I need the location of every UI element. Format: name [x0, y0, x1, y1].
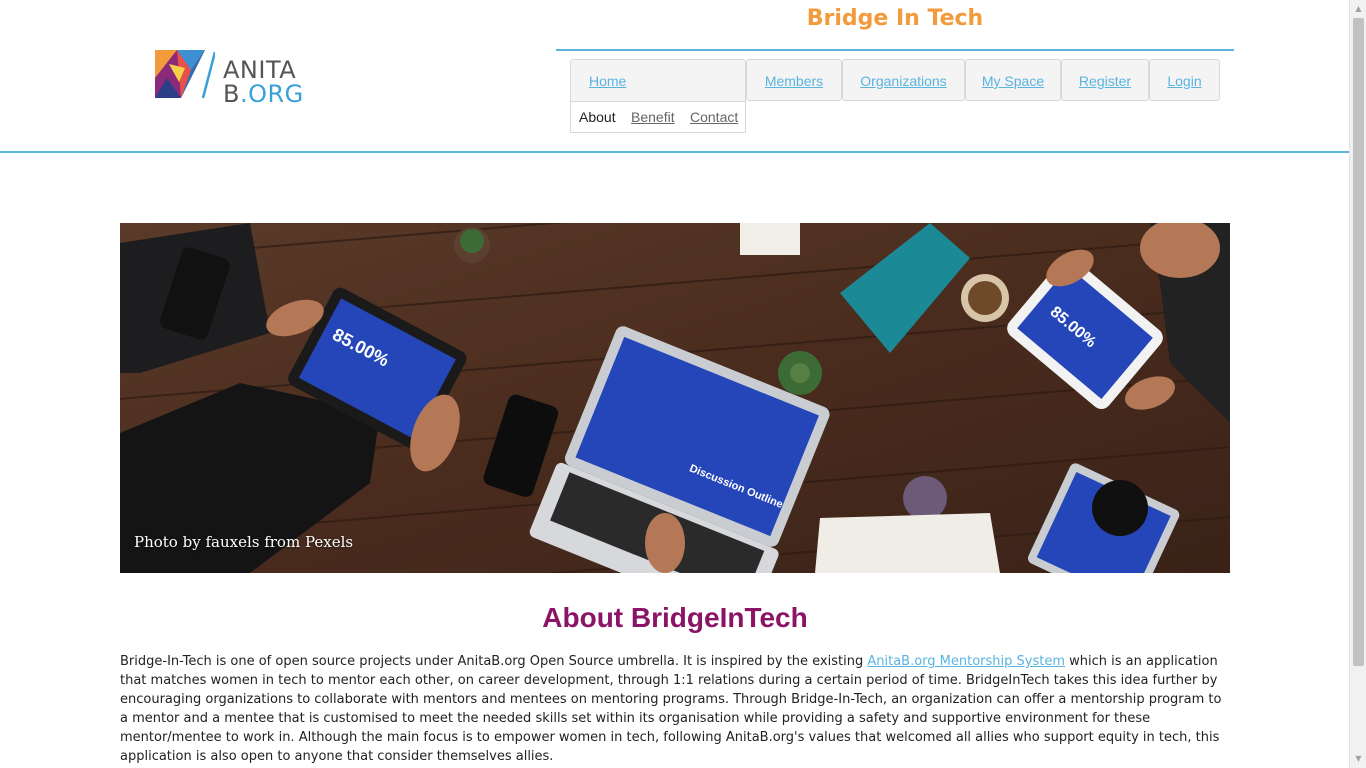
mentorship-system-link[interactable]: AnitaB.org Mentorship System — [867, 654, 1065, 669]
home-subnav: About Benefit Contact — [570, 101, 746, 133]
photo-credit: Photo by fauxels from Pexels — [134, 533, 354, 551]
anitab-logo-icon — [155, 50, 217, 99]
nav-login-link[interactable]: Login — [1149, 59, 1220, 101]
about-text-intro: Bridge-In-Tech is one of open source pro… — [120, 654, 868, 669]
scroll-down-arrow-icon[interactable]: ▼ — [1353, 753, 1364, 765]
about-text-body: which is an application that matches wom… — [120, 654, 1222, 764]
nav-home-link[interactable]: Home — [570, 59, 746, 101]
subnav-about[interactable]: About — [579, 102, 616, 133]
page-header: ANITA B.ORG Bridge In Tech Home Members … — [0, 0, 1349, 153]
subnav-benefit-link[interactable]: Benefit — [631, 102, 675, 133]
site-title: Bridge In Tech — [806, 6, 984, 31]
logo-text-borg: B.ORG — [223, 80, 304, 108]
vertical-scrollbar[interactable]: ▲ ▼ — [1349, 0, 1366, 768]
title-divider — [556, 49, 1234, 51]
scroll-up-arrow-icon[interactable]: ▲ — [1353, 3, 1364, 15]
nav-register-link[interactable]: Register — [1061, 59, 1149, 101]
logo-text-b: B — [223, 80, 240, 108]
nav-my-space-link[interactable]: My Space — [965, 59, 1061, 101]
nav-members-link[interactable]: Members — [746, 59, 842, 101]
subnav-contact-link[interactable]: Contact — [690, 102, 738, 133]
about-heading: About BridgeInTech — [542, 602, 808, 633]
hero-image: 85.00% Discussion Outline 85.00% Photo b… — [120, 223, 1230, 573]
logo-text-org: .ORG — [239, 80, 304, 108]
about-paragraph: Bridge-In-Tech is one of open source pro… — [120, 652, 1230, 766]
scrollbar-thumb[interactable] — [1353, 18, 1364, 666]
nav-organizations-link[interactable]: Organizations — [842, 59, 965, 101]
team-meeting-photo: 85.00% Discussion Outline 85.00% — [120, 223, 1230, 573]
anitab-logo[interactable]: ANITA B.ORG — [155, 48, 315, 108]
